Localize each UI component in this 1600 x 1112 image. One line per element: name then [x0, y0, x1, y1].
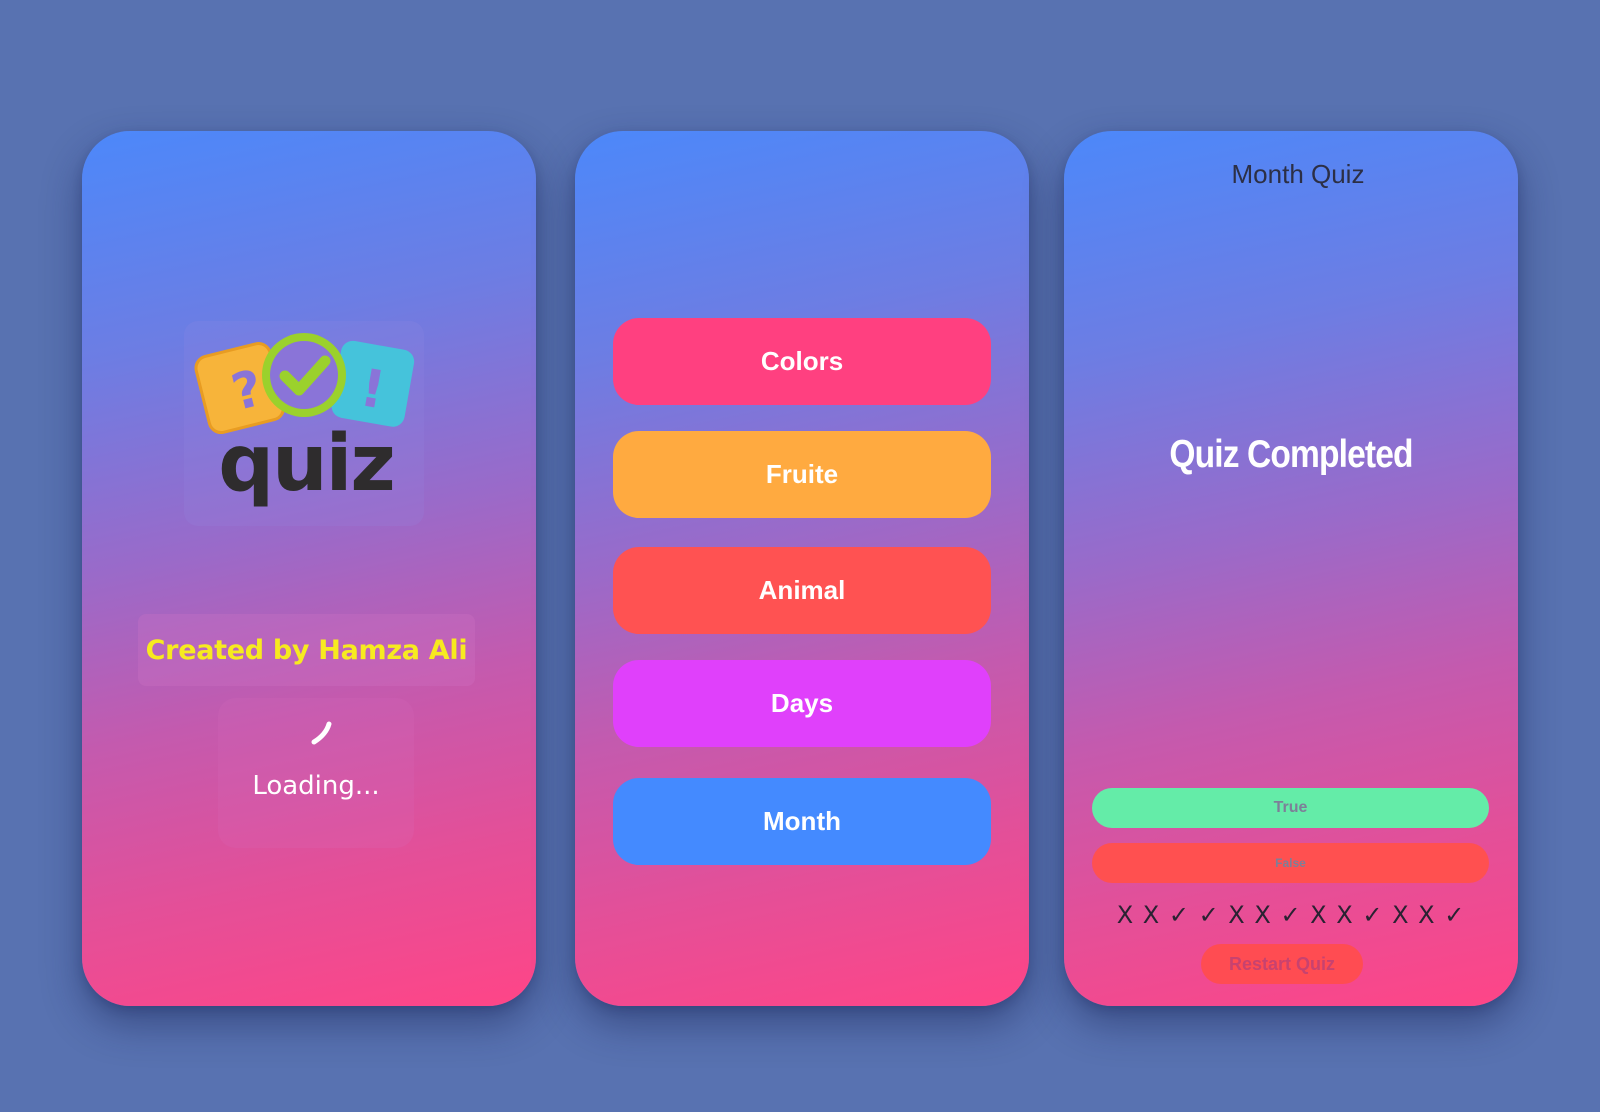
category-button-colors[interactable]: Colors	[613, 318, 991, 405]
quiz-title: Month Quiz	[1231, 159, 1365, 189]
author-credit: Created by Hamza Ali	[138, 614, 475, 686]
false-button[interactable]: False	[1092, 843, 1489, 883]
restart-quiz-button[interactable]: Restart Quiz	[1201, 944, 1363, 984]
category-button-month[interactable]: Month	[613, 778, 991, 865]
checkmark-circle-icon	[262, 333, 346, 417]
category-button-fruite[interactable]: Fruite	[613, 431, 991, 518]
category-screen: Colors Fruite Animal Days Month	[575, 131, 1029, 1006]
app-stage: ? ! quiz Created by Hamza Ali Loading...…	[0, 0, 1600, 1112]
score-marks: X X ✓ ✓ X X ✓ X X ✓ X X ✓	[1116, 901, 1466, 929]
category-button-animal[interactable]: Animal	[613, 547, 991, 634]
loading-text: Loading...	[252, 771, 380, 801]
splash-screen: ? ! quiz Created by Hamza Ali Loading...	[82, 131, 536, 1006]
completion-heading: Quiz Completed	[1169, 433, 1413, 476]
loading-indicator: Loading...	[218, 698, 414, 848]
logo-wordmark: quiz	[218, 419, 396, 509]
result-screen: Month Quiz Quiz Completed True False X X…	[1064, 131, 1518, 1006]
category-button-days[interactable]: Days	[613, 660, 991, 747]
quiz-logo: ? ! quiz	[184, 321, 424, 526]
true-button[interactable]: True	[1092, 788, 1489, 828]
spinner-icon	[311, 721, 332, 745]
